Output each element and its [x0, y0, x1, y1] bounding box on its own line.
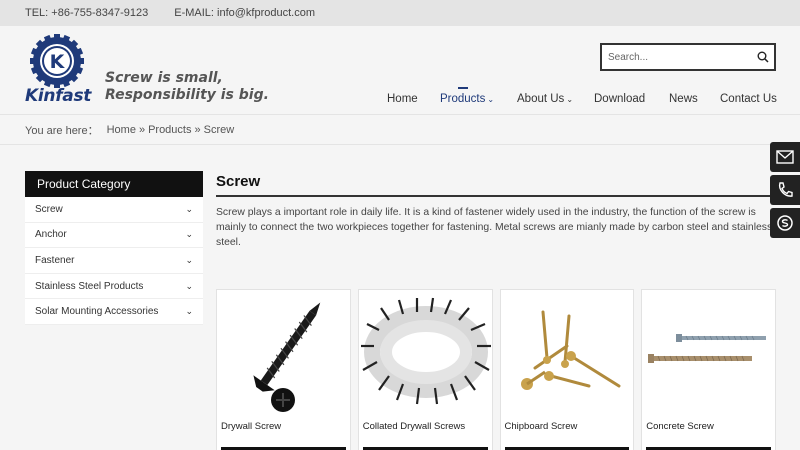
sidebar-title: Product Category	[25, 171, 203, 197]
breadcrumb-products[interactable]: Products	[148, 124, 191, 136]
product-card[interactable]: Concrete Screw	[641, 289, 776, 450]
active-nav-indicator	[458, 87, 468, 89]
product-name[interactable]: Drywall Screw	[221, 421, 281, 432]
collated-drywall-screws-image	[360, 297, 491, 405]
search-icon[interactable]	[752, 51, 774, 63]
breadcrumb-separator: »	[138, 123, 146, 136]
nav-home-label: Home	[387, 93, 418, 105]
main-nav: Home Products ⌄ About Us ⌄ Download News C…	[0, 87, 800, 113]
nav-download[interactable]: Download	[594, 93, 645, 105]
nav-about-us[interactable]: About Us ⌄	[517, 93, 573, 105]
nav-contact-us[interactable]: Contact Us	[720, 93, 777, 105]
nav-products[interactable]: Products ⌄	[440, 87, 495, 105]
breadcrumb-prefix: You are here：	[25, 124, 99, 137]
skype-icon	[777, 215, 793, 231]
sidebar-item-fastener[interactable]: Fastener ⌄	[25, 248, 203, 274]
breadcrumb: You are here： Home » Products » Screw	[0, 114, 800, 145]
phone-icon	[778, 182, 793, 197]
category-description: Screw plays a important role in daily li…	[216, 207, 773, 248]
product-category-sidebar: Product Category Screw ⌄ Anchor ⌄ Fastener…	[25, 171, 203, 325]
product-name[interactable]: Concrete Screw	[646, 421, 714, 432]
slogan-line-1: Screw is small,	[105, 70, 223, 86]
sidebar-item-label: Screw	[35, 203, 63, 215]
nav-news[interactable]: News	[669, 93, 698, 105]
product-card[interactable]: Chipboard Screw	[499, 289, 635, 450]
main-content: Screw Screw plays a important role in da…	[216, 173, 776, 250]
sidebar-item-anchor[interactable]: Anchor ⌄	[25, 222, 203, 249]
top-bar: TEL: +86-755-8347-9123 E-MAIL: info@kfpr…	[0, 0, 800, 26]
chevron-down-icon[interactable]: ⌄	[185, 229, 193, 240]
logo-letter: K	[50, 51, 66, 73]
product-card[interactable]: Collated Drywall Screws	[357, 289, 493, 450]
email-button[interactable]	[770, 142, 800, 172]
breadcrumb-current: Screw	[203, 123, 235, 136]
breadcrumb-separator: »	[194, 123, 201, 136]
sidebar-item-label: Anchor	[35, 229, 67, 241]
email-address[interactable]: E-MAIL: info@kfproduct.com	[174, 7, 315, 19]
chevron-down-icon: ⌄	[566, 95, 574, 104]
phone-number: TEL: +86-755-8347-9123	[25, 7, 149, 19]
product-name[interactable]: Collated Drywall Screws	[363, 421, 465, 432]
sidebar-item-label: Stainless Steel Products	[35, 280, 144, 292]
product-grid: Drywall Screw Collated Drywall Screws Ch…	[216, 289, 776, 450]
chevron-down-icon[interactable]: ⌄	[185, 306, 193, 317]
sidebar-item-label: Solar Mounting Accessories	[35, 306, 159, 318]
chevron-down-icon[interactable]: ⌄	[185, 204, 193, 215]
phone-button[interactable]	[770, 175, 800, 205]
sidebar-item-solar-mounting[interactable]: Solar Mounting Accessories ⌄	[25, 299, 203, 325]
breadcrumb-home[interactable]: Home	[107, 124, 136, 136]
mail-icon	[776, 150, 794, 164]
skype-button[interactable]	[770, 208, 800, 238]
drywall-screw-image	[253, 302, 321, 412]
sidebar-item-label: Fastener	[35, 254, 75, 266]
search-input[interactable]	[602, 51, 752, 63]
nav-contact-us-label: Contact Us	[720, 93, 777, 105]
product-name[interactable]: Chipboard Screw	[505, 421, 578, 432]
sidebar-item-screw[interactable]: Screw ⌄	[25, 197, 203, 223]
chevron-down-icon[interactable]: ⌄	[185, 255, 193, 266]
chevron-down-icon[interactable]: ⌄	[185, 281, 193, 292]
nav-news-label: News	[669, 93, 698, 105]
concrete-screw-image	[648, 334, 767, 363]
search-box	[600, 43, 776, 71]
chipboard-screw-image	[520, 310, 620, 390]
sidebar-item-stainless-steel[interactable]: Stainless Steel Products ⌄	[25, 273, 203, 300]
nav-about-us-label: About Us	[517, 93, 565, 105]
nav-products-label: Products	[440, 93, 486, 105]
nav-home[interactable]: Home	[387, 93, 418, 105]
page-title: Screw	[216, 173, 776, 197]
chevron-down-icon: ⌄	[487, 95, 495, 104]
product-card[interactable]: Drywall Screw	[216, 289, 351, 450]
nav-download-label: Download	[594, 93, 646, 105]
header: K Kinfast Screw is small, Responsibility…	[0, 26, 800, 114]
floating-contact-buttons	[770, 142, 800, 241]
